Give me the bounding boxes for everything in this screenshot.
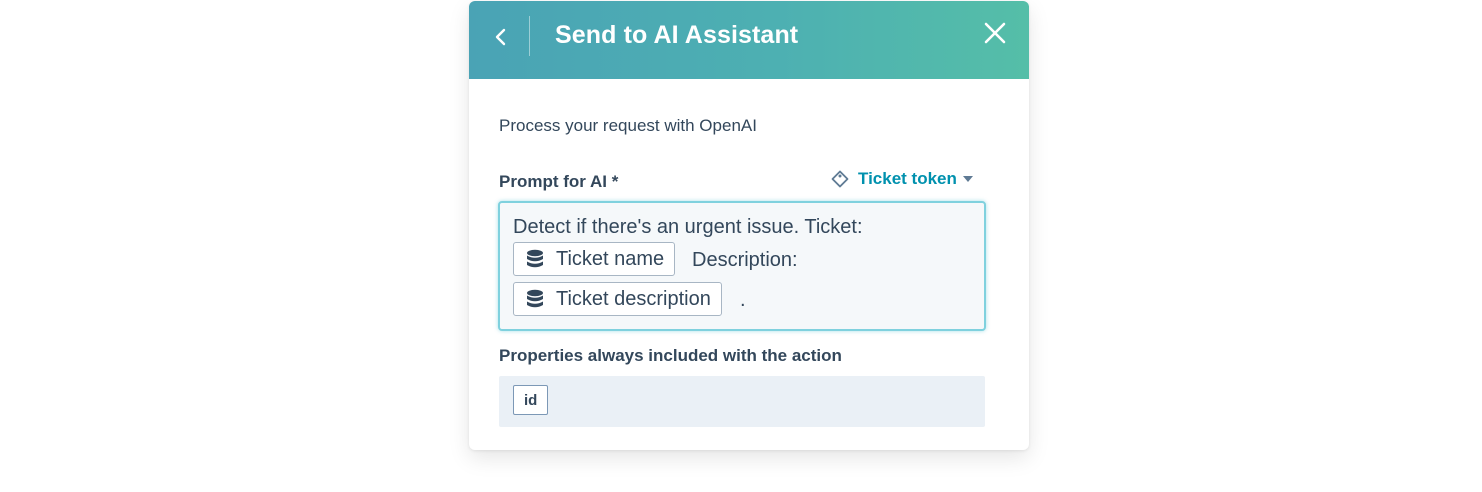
prompt-input[interactable]: Detect if there's an urgent issue. Ticke… xyxy=(498,201,986,331)
header-divider xyxy=(529,16,530,56)
panel-header: Send to AI Assistant xyxy=(469,1,1029,79)
prompt-text-description: Description: xyxy=(692,249,798,271)
close-icon xyxy=(984,22,1006,44)
ticket-name-token-label: Ticket name xyxy=(556,247,665,270)
database-icon xyxy=(526,249,544,269)
ticket-name-token[interactable]: Ticket name xyxy=(513,242,676,276)
chevron-left-icon xyxy=(495,28,506,46)
ticket-token-label: Ticket token xyxy=(858,169,957,188)
back-button[interactable] xyxy=(479,19,523,55)
properties-label: Properties always included with the acti… xyxy=(499,346,842,365)
ticket-description-token-label: Ticket description xyxy=(556,287,711,310)
database-icon xyxy=(526,289,544,309)
action-description: Process your request with OpenAI xyxy=(499,116,757,135)
properties-list: id xyxy=(499,376,985,427)
prompt-label: Prompt for AI * xyxy=(499,172,619,191)
send-to-ai-panel: Send to AI Assistant Process your reques… xyxy=(469,1,1029,450)
property-chip-id: id xyxy=(513,385,549,415)
close-button[interactable] xyxy=(977,15,1013,51)
ticket-description-token[interactable]: Ticket description xyxy=(513,282,722,316)
prompt-text-period: . xyxy=(740,289,746,311)
panel-title: Send to AI Assistant xyxy=(555,21,799,49)
ticket-token-dropdown[interactable]: Ticket token xyxy=(831,167,973,191)
tag-icon xyxy=(831,170,849,188)
prompt-text-line1: Detect if there's an urgent issue. Ticke… xyxy=(513,216,863,238)
caret-down-icon xyxy=(962,176,973,182)
